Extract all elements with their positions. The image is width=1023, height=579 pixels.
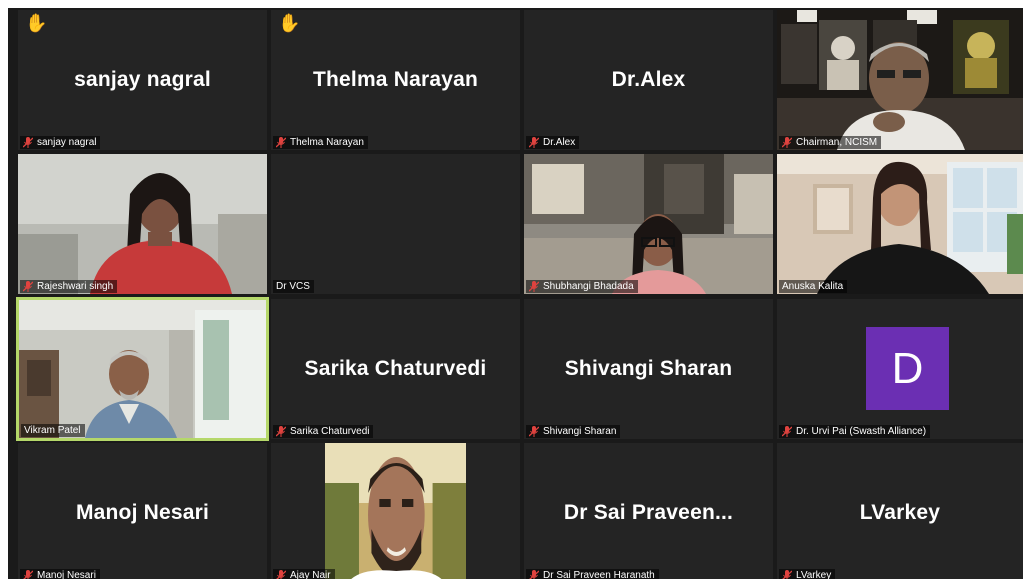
participant-display-name: sanjay nagral (74, 68, 211, 91)
participant-tile[interactable]: Chairman, NCISM (777, 10, 1023, 150)
avatar: D (866, 327, 949, 410)
raised-hand-icon: ✋ (25, 13, 48, 33)
muted-mic-icon (23, 570, 33, 579)
participant-name-label: Vikram Patel (21, 424, 85, 437)
participant-name: Dr VCS (276, 281, 310, 292)
participant-display-name: Sarika Chaturvedi (304, 357, 487, 380)
participant-name: Rajeshwari singh (37, 281, 114, 292)
participant-display-name: LVarkey (859, 501, 941, 524)
participant-name: Dr.Alex (543, 137, 576, 148)
participant-name: Dr Sai Praveen Haranath (543, 570, 655, 579)
participant-video (777, 154, 1023, 294)
participant-tile[interactable]: Dr VCS (271, 154, 520, 294)
participant-tile[interactable]: Shubhangi Bhadada (524, 154, 773, 294)
participant-display-name: Dr.Alex (611, 68, 686, 91)
muted-mic-icon (23, 281, 33, 292)
participant-video (524, 154, 773, 294)
participant-display-name: Dr Sai Praveen... (563, 501, 734, 524)
muted-mic-icon (529, 570, 539, 579)
muted-mic-icon (782, 426, 792, 437)
participant-name-label: Ajay Nair (273, 569, 335, 579)
participant-name: Anuska Kalita (782, 281, 844, 292)
participant-name: Thelma Narayan (290, 137, 364, 148)
participant-display-name: Shivangi Sharan (564, 357, 733, 380)
muted-mic-icon (782, 570, 792, 579)
participant-tile[interactable]: Rajeshwari singh (18, 154, 267, 294)
participant-name-label: Chairman, NCISM (779, 136, 882, 149)
participant-tile[interactable]: Dr.Alex Dr.Alex (524, 10, 773, 150)
participant-name-label: Sarika Chaturvedi (273, 425, 374, 438)
participant-name-label: Thelma Narayan (273, 136, 368, 149)
muted-mic-icon (23, 137, 33, 148)
participant-video (18, 154, 267, 294)
participant-name-label: Rajeshwari singh (20, 280, 118, 293)
participant-name: sanjay nagral (37, 137, 97, 148)
participant-name-label: Dr VCS (273, 280, 314, 293)
muted-mic-icon (276, 426, 286, 437)
participant-name: Dr. Urvi Pai (Swasth Alliance) (796, 426, 927, 437)
participant-tile[interactable]: LVarkey LVarkey (777, 443, 1023, 579)
muted-mic-icon (782, 137, 792, 148)
participant-tile[interactable]: D Dr. Urvi Pai (Swasth Alliance) (777, 299, 1023, 439)
muted-mic-icon (529, 137, 539, 148)
participant-name-label: Shivangi Sharan (526, 425, 621, 438)
gallery-grid: ✋ sanjay nagral sanjay nagral ✋ Thelma N… (8, 8, 1023, 579)
participant-tile[interactable]: ✋ Thelma Narayan Thelma Narayan (271, 10, 520, 150)
participant-name-label: Dr Sai Praveen Haranath (526, 569, 659, 579)
active-speaker-tile[interactable]: Vikram Patel (16, 297, 269, 441)
participant-name-label: Shubhangi Bhadada (526, 280, 638, 293)
participant-tile[interactable]: Sarika Chaturvedi Sarika Chaturvedi (271, 299, 520, 439)
participant-name-label: LVarkey (779, 569, 836, 579)
participant-video (19, 300, 266, 438)
participant-tile[interactable]: Manoj Nesari Manoj Nesari (18, 443, 267, 579)
raised-hand-icon: ✋ (278, 13, 301, 33)
muted-mic-icon (529, 281, 539, 292)
participant-video (777, 10, 1023, 150)
participant-name: Sarika Chaturvedi (290, 426, 370, 437)
participant-display-name: Manoj Nesari (75, 501, 210, 524)
participant-name: Manoj Nesari (37, 570, 96, 579)
participant-video (325, 443, 466, 579)
participant-tile[interactable]: Shivangi Sharan Shivangi Sharan (524, 299, 773, 439)
participant-name: Ajay Nair (290, 570, 331, 579)
participant-display-name: Thelma Narayan (312, 68, 479, 91)
participant-name-label: Dr. Urvi Pai (Swasth Alliance) (779, 425, 931, 438)
participant-name-label: Manoj Nesari (20, 569, 100, 579)
participant-tile[interactable]: Dr Sai Praveen... Dr Sai Praveen Haranat… (524, 443, 773, 579)
participant-name: Vikram Patel (24, 425, 81, 436)
muted-mic-icon (529, 426, 539, 437)
participant-tile[interactable]: Ajay Nair (271, 443, 520, 579)
muted-mic-icon (276, 137, 286, 148)
participant-name-label: Anuska Kalita (779, 280, 848, 293)
participant-name: Shubhangi Bhadada (543, 281, 634, 292)
participant-tile[interactable]: ✋ sanjay nagral sanjay nagral (18, 10, 267, 150)
participant-name: LVarkey (796, 570, 832, 579)
participant-name: Chairman, NCISM (796, 137, 878, 148)
participant-name-label: Dr.Alex (526, 136, 580, 149)
muted-mic-icon (276, 570, 286, 579)
participant-name: Shivangi Sharan (543, 426, 617, 437)
participant-name-label: sanjay nagral (20, 136, 101, 149)
participant-tile[interactable]: Anuska Kalita (777, 154, 1023, 294)
